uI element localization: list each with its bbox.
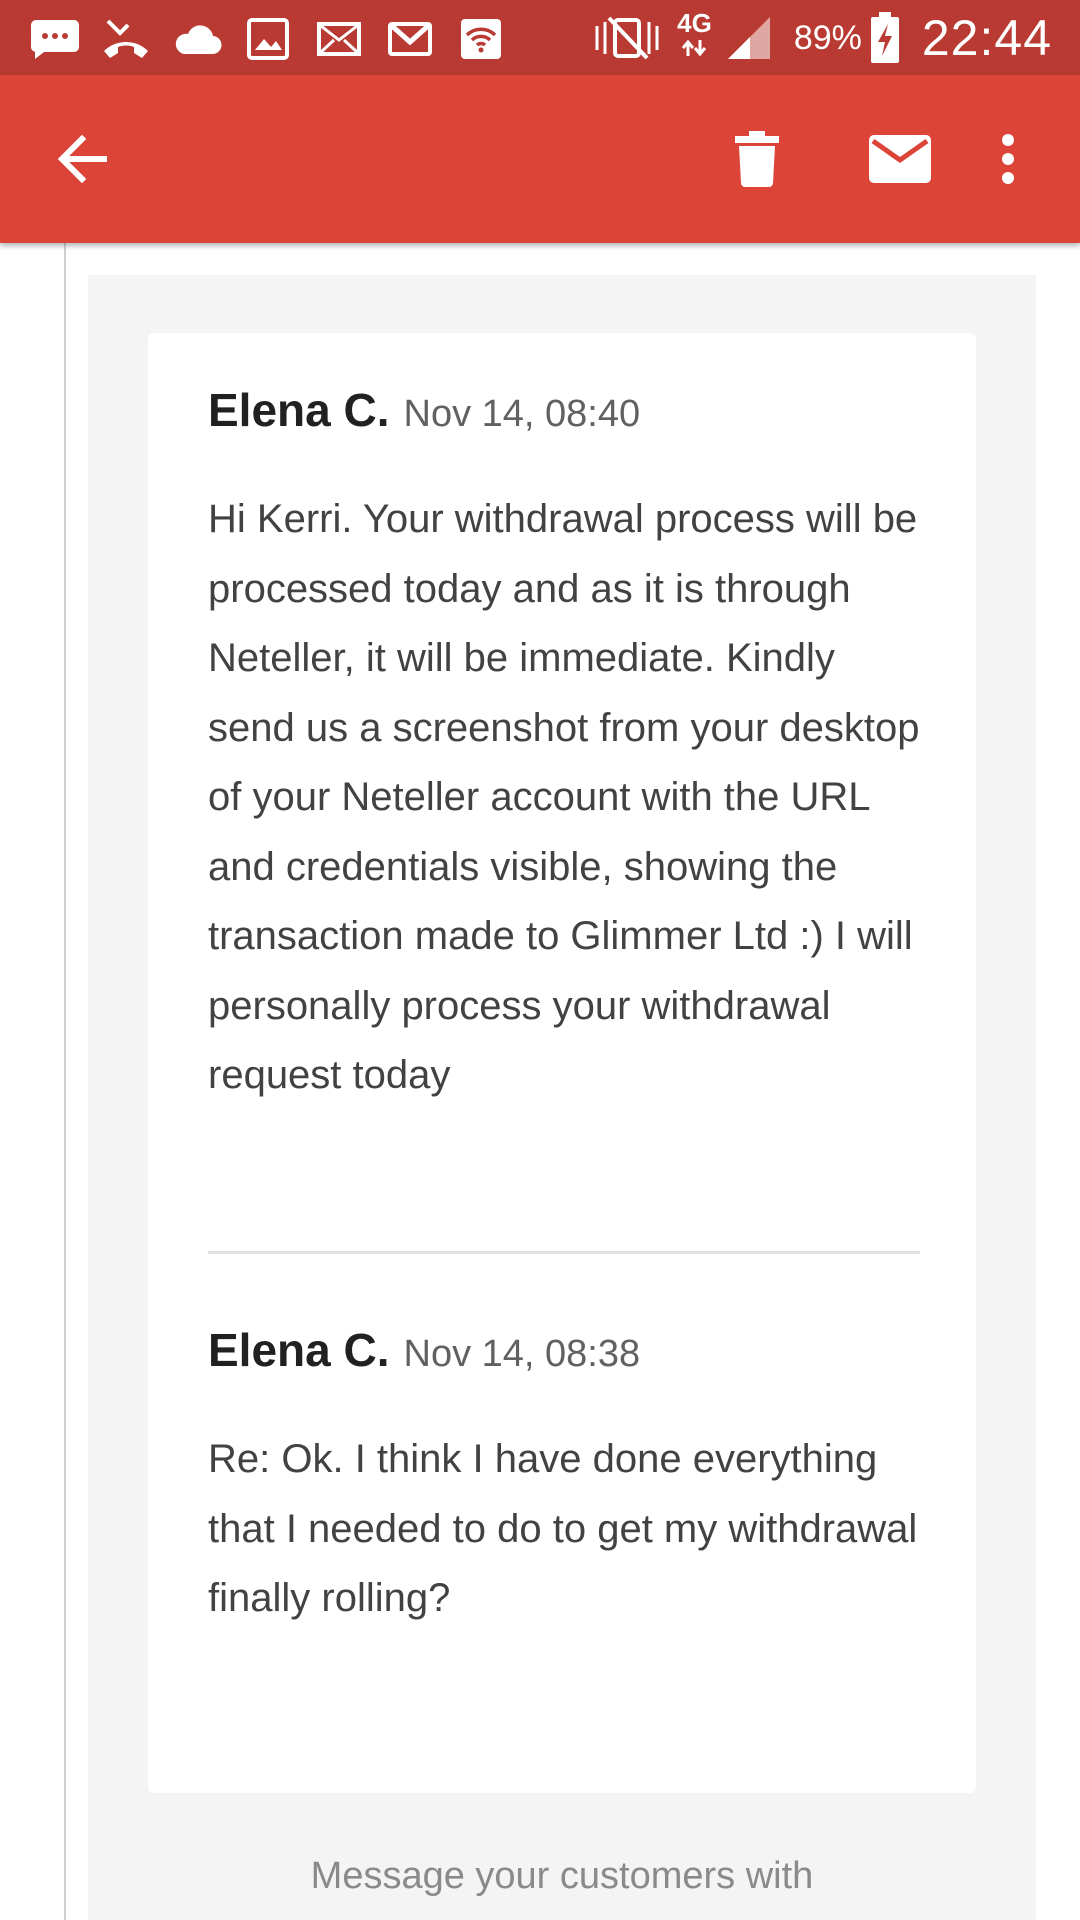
- image-icon: [243, 14, 293, 64]
- message-body: Hi Kerri. Your withdrawal process will b…: [208, 497, 920, 1097]
- message-timestamp: Nov 14, 08:38: [403, 1333, 641, 1375]
- data-arrows-icon: 4G: [677, 8, 712, 63]
- app-bar: [0, 75, 1080, 243]
- status-bar: 4G 89% 22:44: [0, 0, 1080, 75]
- clock: 22:44: [921, 10, 1052, 66]
- thread-line: [64, 243, 66, 1920]
- notification-icons: [30, 12, 527, 66]
- message-card: Elena C. Nov 14, 08:40 Hi Kerri. Your wi…: [148, 333, 976, 1793]
- message-item[interactable]: Elena C. Nov 14, 08:40 Hi Kerri. Your wi…: [208, 383, 920, 1111]
- cloud-icon: [172, 14, 222, 64]
- message-divider: [208, 1251, 920, 1254]
- thread-content[interactable]: Elena C. Nov 14, 08:40 Hi Kerri. Your wi…: [0, 243, 1080, 1920]
- more-options-button[interactable]: [968, 75, 1048, 243]
- trash-icon: [735, 131, 779, 187]
- sender-name: Elena C.: [208, 1324, 390, 1376]
- sender-name: Elena C.: [208, 384, 390, 436]
- delete-button[interactable]: [705, 75, 809, 243]
- message-body: Re: Ok. I think I have done everything t…: [208, 1437, 918, 1620]
- signal-icon: [726, 13, 772, 63]
- message-header: Elena C. Nov 14, 08:40: [208, 383, 920, 443]
- message-timestamp: Nov 14, 08:40: [403, 393, 641, 435]
- missed-call-icon: [101, 14, 151, 64]
- gmail-icon: [385, 14, 435, 64]
- mark-unread-button[interactable]: [848, 75, 952, 243]
- email-thread-screen: 4G 89% 22:44 Elena C. Nov 14, 08:40 Hi K…: [0, 0, 1080, 1920]
- sms-icon: [30, 14, 80, 64]
- more-vert-icon: [1002, 134, 1014, 184]
- system-status-icons: 4G 89% 22:44: [577, 4, 1052, 72]
- message-panel: Elena C. Nov 14, 08:40 Hi Kerri. Your wi…: [88, 275, 1036, 1920]
- message-item[interactable]: Elena C. Nov 14, 08:38 Re: Ok. I think I…: [208, 1323, 920, 1634]
- message-header: Elena C. Nov 14, 08:38: [208, 1323, 920, 1383]
- battery-charging-icon: [870, 12, 900, 63]
- back-button[interactable]: [30, 75, 134, 243]
- email-icon: [314, 14, 364, 64]
- mail-icon: [869, 135, 931, 183]
- arrow-back-icon: [57, 134, 107, 184]
- battery-percent: 89%: [793, 18, 862, 57]
- network-type-label: 4G: [677, 8, 712, 38]
- wifi-icon: [456, 14, 506, 64]
- footer-promo-text: Message your customers with: [310, 1855, 814, 1897]
- vibrate-icon: [591, 13, 663, 63]
